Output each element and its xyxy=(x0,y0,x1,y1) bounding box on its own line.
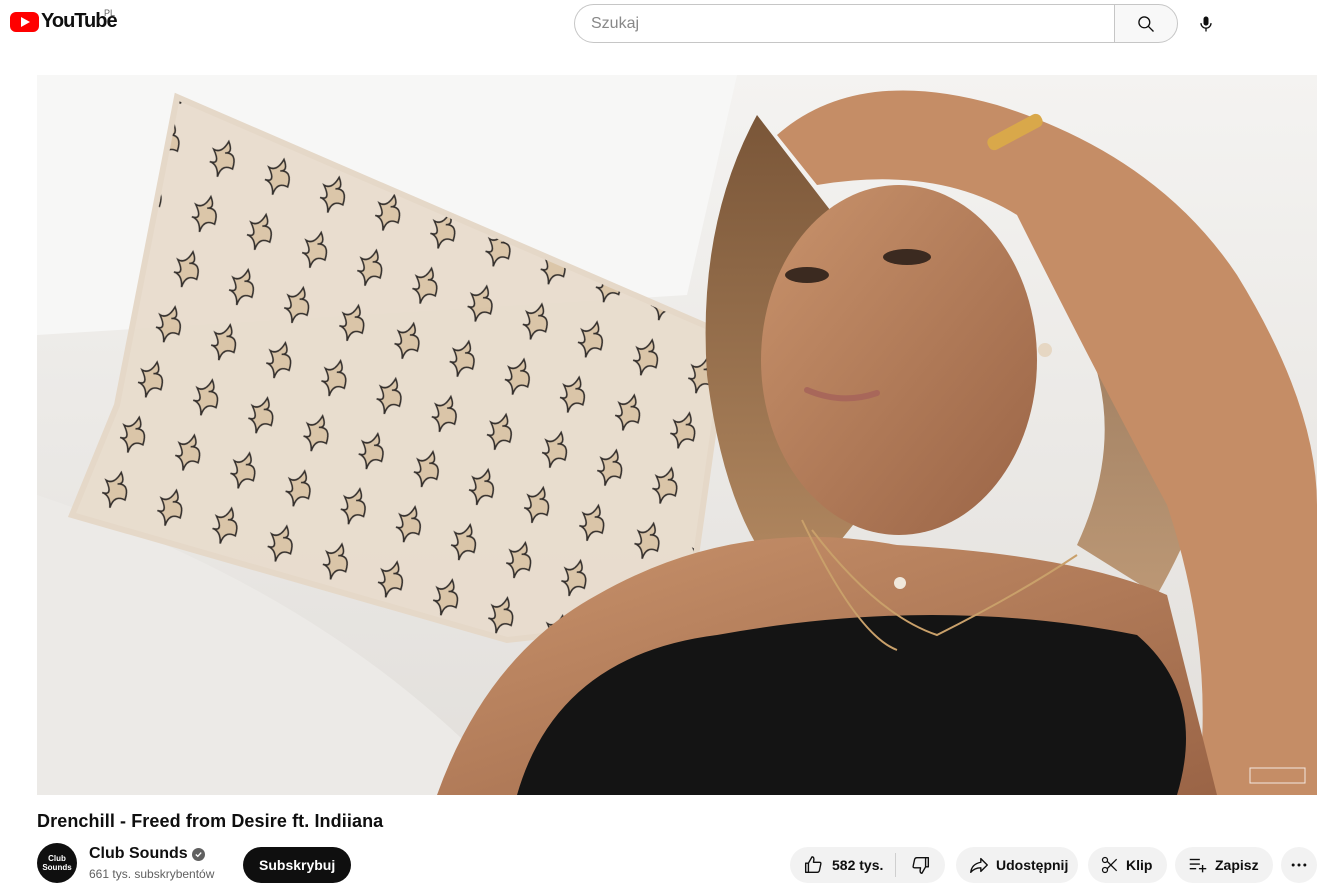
like-dislike-group: 582 tys. xyxy=(790,847,945,883)
subscribe-button[interactable]: Subskrybuj xyxy=(243,847,352,883)
video-frame xyxy=(37,75,1317,795)
dislike-button[interactable] xyxy=(896,847,945,883)
scissors-icon xyxy=(1101,856,1118,874)
channel-name-link[interactable]: Club Sounds xyxy=(89,845,214,863)
playlist-add-icon xyxy=(1189,858,1207,873)
save-label: Zapisz xyxy=(1215,857,1259,873)
more-icon xyxy=(1291,863,1307,867)
share-icon xyxy=(970,857,988,874)
more-actions-button[interactable] xyxy=(1281,847,1317,883)
search-button[interactable] xyxy=(1114,4,1178,43)
channel-meta: Club Sounds 661 tys. subskrybentów xyxy=(89,845,214,881)
share-button[interactable]: Udostępnij xyxy=(956,847,1078,883)
subscriber-count: 661 tys. subskrybentów xyxy=(89,867,215,881)
channel-info: Club Sounds Club Sounds 661 tys. subskry… xyxy=(37,843,214,883)
clip-button[interactable]: Klip xyxy=(1088,847,1167,883)
mic-icon xyxy=(1200,16,1212,32)
search-bar xyxy=(574,4,1178,43)
voice-search-button[interactable] xyxy=(1186,4,1226,44)
channel-name: Club Sounds xyxy=(89,845,188,862)
channel-avatar[interactable]: Club Sounds xyxy=(37,843,77,883)
share-label: Udostępnij xyxy=(996,857,1069,873)
like-button[interactable]: 582 tys. xyxy=(790,847,895,883)
youtube-logo-icon xyxy=(10,11,39,32)
video-player[interactable] xyxy=(37,75,1317,795)
video-title: Drenchill - Freed from Desire ft. Indiia… xyxy=(37,811,384,831)
region-code: PL xyxy=(104,8,116,18)
verified-icon xyxy=(191,847,205,861)
search-input[interactable] xyxy=(574,4,1114,43)
like-count: 582 tys. xyxy=(832,857,884,873)
youtube-logo[interactable]: YouTube xyxy=(10,10,118,33)
thumbs-down-icon xyxy=(911,856,929,874)
thumbs-up-icon xyxy=(804,856,822,874)
top-bar: YouTube PL xyxy=(0,0,1317,48)
search-icon xyxy=(1138,15,1154,32)
clip-label: Klip xyxy=(1126,857,1153,873)
save-button[interactable]: Zapisz xyxy=(1175,847,1273,883)
